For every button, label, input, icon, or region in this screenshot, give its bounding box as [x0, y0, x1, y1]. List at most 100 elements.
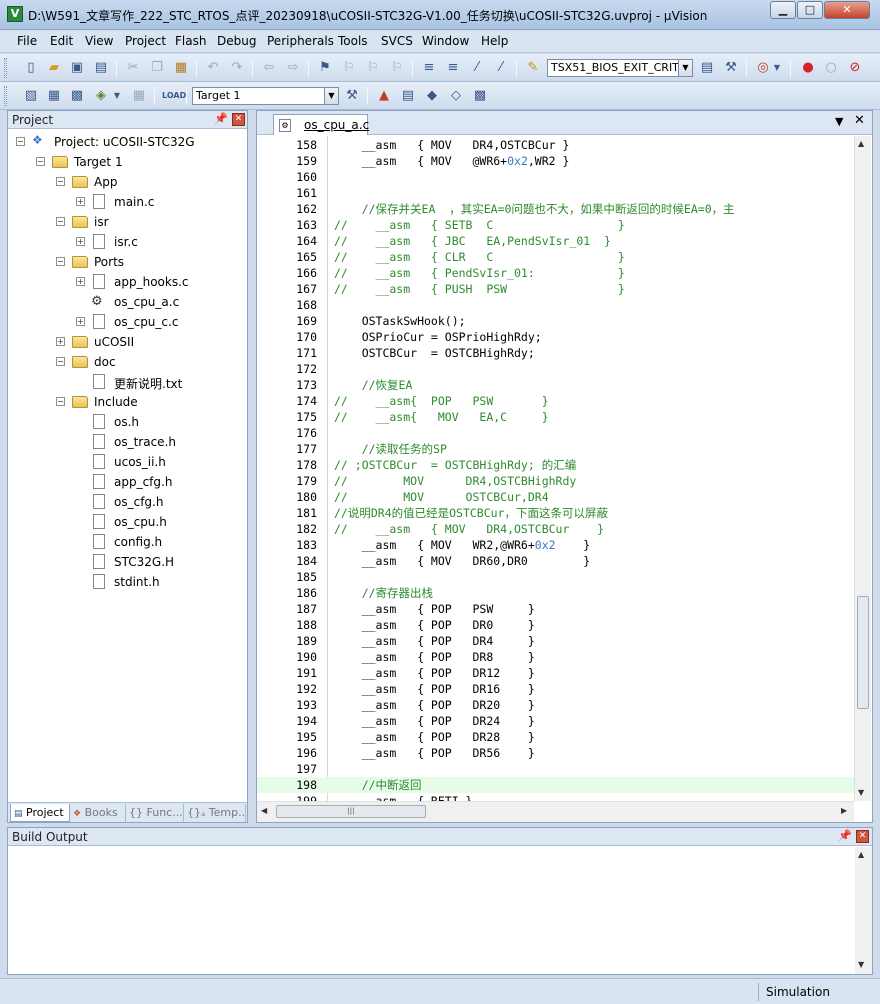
expand-icon[interactable]: + [56, 337, 65, 346]
stop-build-icon[interactable]: ▦ [130, 87, 148, 105]
close-icon[interactable]: ✕ [856, 830, 869, 843]
menu-peripherals[interactable]: Peripherals [267, 34, 334, 48]
scroll-down-arrow-icon[interactable]: ▼ [858, 788, 864, 797]
code-line[interactable]: 168 [257, 297, 854, 313]
menu-help[interactable]: Help [481, 34, 508, 48]
code-line[interactable]: 181 //说明DR4的值已经是OSTCBCur，下面这条可以屏蔽 [257, 505, 854, 521]
target-combo[interactable]: Target 1 ▼ [192, 87, 339, 105]
find-icon[interactable]: ▤ [698, 59, 716, 77]
collapse-icon[interactable]: − [56, 217, 65, 226]
tab-books[interactable]: ❖ Books [70, 804, 126, 822]
navigate-forward-icon[interactable]: ⇨ [284, 59, 302, 77]
menu-flash[interactable]: Flash [175, 34, 206, 48]
debug-session-icon[interactable]: ◎ [754, 59, 772, 77]
navigate-back-icon[interactable]: ⇦ [260, 59, 278, 77]
find-combo[interactable]: TSX51_BIOS_EXIT_CRITICA ▼ [547, 59, 693, 77]
vertical-scroll-thumb[interactable] [857, 596, 869, 709]
scroll-left-arrow-icon[interactable]: ◀ [261, 806, 267, 815]
code-line[interactable]: 170 OSPrioCur = OSPrioHighRdy; [257, 329, 854, 345]
code-line[interactable]: 164 // __asm { JBC EA,PendSvIsr_01 } [257, 233, 854, 249]
code-line[interactable]: 180 // MOV OSTCBCur,DR4 [257, 489, 854, 505]
comment-selection-icon[interactable]: ⁄ [468, 59, 486, 77]
scroll-down-arrow-icon[interactable]: ▼ [858, 960, 864, 969]
horizontal-scrollbar[interactable]: ◀ ||| ▶ [257, 801, 854, 822]
cut-icon[interactable]: ✂ [124, 59, 142, 77]
code-line[interactable]: 194 __asm { POP DR24 } [257, 713, 854, 729]
rebuild-icon[interactable]: ▩ [68, 87, 86, 105]
code-line[interactable]: 186 //寄存器出栈 [257, 585, 854, 601]
code-line[interactable]: 158 __asm { MOV DR4,OSTCBCur } [257, 137, 854, 153]
indent-icon[interactable]: ≡ [420, 59, 438, 77]
pin-icon[interactable]: 📌 [214, 112, 228, 125]
code-line[interactable]: 197 [257, 761, 854, 777]
save-icon[interactable]: ▣ [68, 59, 86, 77]
code-line[interactable]: 176 [257, 425, 854, 441]
download-load-icon[interactable]: LOAD [162, 87, 186, 105]
pin-icon[interactable]: 📌 [838, 829, 852, 842]
undo-icon[interactable]: ↶ [204, 59, 222, 77]
code-line[interactable]: 192 __asm { POP DR16 } [257, 681, 854, 697]
code-line[interactable]: 166 // __asm { PendSvIsr_01: } [257, 265, 854, 281]
code-line[interactable]: 167 // __asm { PUSH PSW } [257, 281, 854, 297]
close-tab-icon[interactable]: ✕ [854, 113, 865, 128]
find-in-files-icon[interactable]: ✎ [524, 59, 542, 77]
close-button[interactable]: ✕ [824, 1, 870, 19]
expand-icon[interactable]: + [76, 317, 85, 326]
unindent-icon[interactable]: ≡ [444, 59, 462, 77]
expand-icon[interactable]: + [76, 277, 85, 286]
maximize-button[interactable]: □ [797, 1, 823, 19]
software-packs-icon[interactable]: ▩ [471, 87, 489, 105]
build-output-scrollbar[interactable]: ▲ ▼ [855, 847, 872, 974]
code-line[interactable]: 183 __asm { MOV WR2,@WR6+0x2 } [257, 537, 854, 553]
collapse-icon[interactable]: − [36, 157, 45, 166]
batch-build-icon[interactable]: ◈ [92, 87, 110, 105]
title-bar[interactable]: V D:\W591_文章写作_222_STC_RTOS_点评_20230918\… [0, 0, 880, 30]
build-icon[interactable]: ▦ [45, 87, 63, 105]
scroll-up-arrow-icon[interactable]: ▲ [858, 850, 864, 859]
horizontal-scroll-thumb[interactable]: ||| [276, 805, 426, 818]
code-line[interactable]: 184 __asm { MOV DR60,DR0 } [257, 553, 854, 569]
collapse-icon[interactable]: − [56, 357, 65, 366]
code-line[interactable]: 189 __asm { POP DR4 } [257, 633, 854, 649]
close-icon[interactable]: ✕ [232, 113, 245, 126]
manage-rte-icon[interactable]: ◆ [423, 87, 441, 105]
code-line[interactable]: 179 // MOV DR4,OSTCBHighRdy [257, 473, 854, 489]
chevron-down-icon[interactable]: ▼ [772, 59, 782, 77]
translate-icon[interactable]: ▧ [22, 87, 40, 105]
tab-project[interactable]: ▤ Project [10, 804, 70, 822]
code-line[interactable]: 178 // ;OSTCBCur = OSTCBHighRdy; 的汇编 [257, 457, 854, 473]
enable-breakpoint-icon[interactable]: ○ [822, 59, 840, 77]
menu-file[interactable]: File [17, 34, 37, 48]
scroll-right-arrow-icon[interactable]: ▶ [841, 806, 847, 815]
insert-breakpoint-icon[interactable]: ● [799, 59, 817, 77]
tab-os-cpu-a-c[interactable]: ⚙ os_cpu_a.c [273, 114, 369, 135]
code-line[interactable]: 161 [257, 185, 854, 201]
code-line[interactable]: 172 [257, 361, 854, 377]
code-line[interactable]: 177 //读取任务的SP [257, 441, 854, 457]
tab-functions[interactable]: {} Func... [126, 804, 184, 822]
code-line[interactable]: 182 // __asm { MOV DR4,OSTCBCur } [257, 521, 854, 537]
bookmark-icon[interactable]: ⚑ [316, 59, 334, 77]
tab-templates[interactable]: {}ₐ Temp... [184, 804, 246, 822]
pack-installer-icon[interactable]: ◇ [447, 87, 465, 105]
code-line[interactable]: 163 // __asm { SETB C } [257, 217, 854, 233]
manage-project-items-icon[interactable]: ▲ [375, 87, 393, 105]
menu-window[interactable]: Window [422, 34, 469, 48]
code-line[interactable]: 190 __asm { POP DR8 } [257, 649, 854, 665]
menu-project[interactable]: Project [125, 34, 166, 48]
code-line[interactable]: 193 __asm { POP DR20 } [257, 697, 854, 713]
code-line[interactable]: 198 //中断返回 [257, 777, 854, 793]
code-line[interactable]: 199 __asm { RETI } [257, 793, 854, 801]
redo-icon[interactable]: ↷ [228, 59, 246, 77]
code-editor[interactable]: 158 __asm { MOV DR4,OSTCBCur } 159 __asm … [257, 136, 854, 801]
chevron-down-icon[interactable]: ▼ [112, 87, 122, 105]
uncomment-selection-icon[interactable]: ⁄ [492, 59, 510, 77]
target-options-icon[interactable]: ⚒ [343, 87, 361, 105]
collapse-icon[interactable]: − [56, 397, 65, 406]
open-folder-icon[interactable]: ▰ [45, 59, 63, 77]
collapse-icon[interactable]: − [56, 177, 65, 186]
save-all-icon[interactable]: ▤ [92, 59, 110, 77]
collapse-icon[interactable]: − [56, 257, 65, 266]
menu-edit[interactable]: Edit [50, 34, 73, 48]
tab-list-dropdown-icon[interactable]: ▼ [835, 115, 843, 128]
